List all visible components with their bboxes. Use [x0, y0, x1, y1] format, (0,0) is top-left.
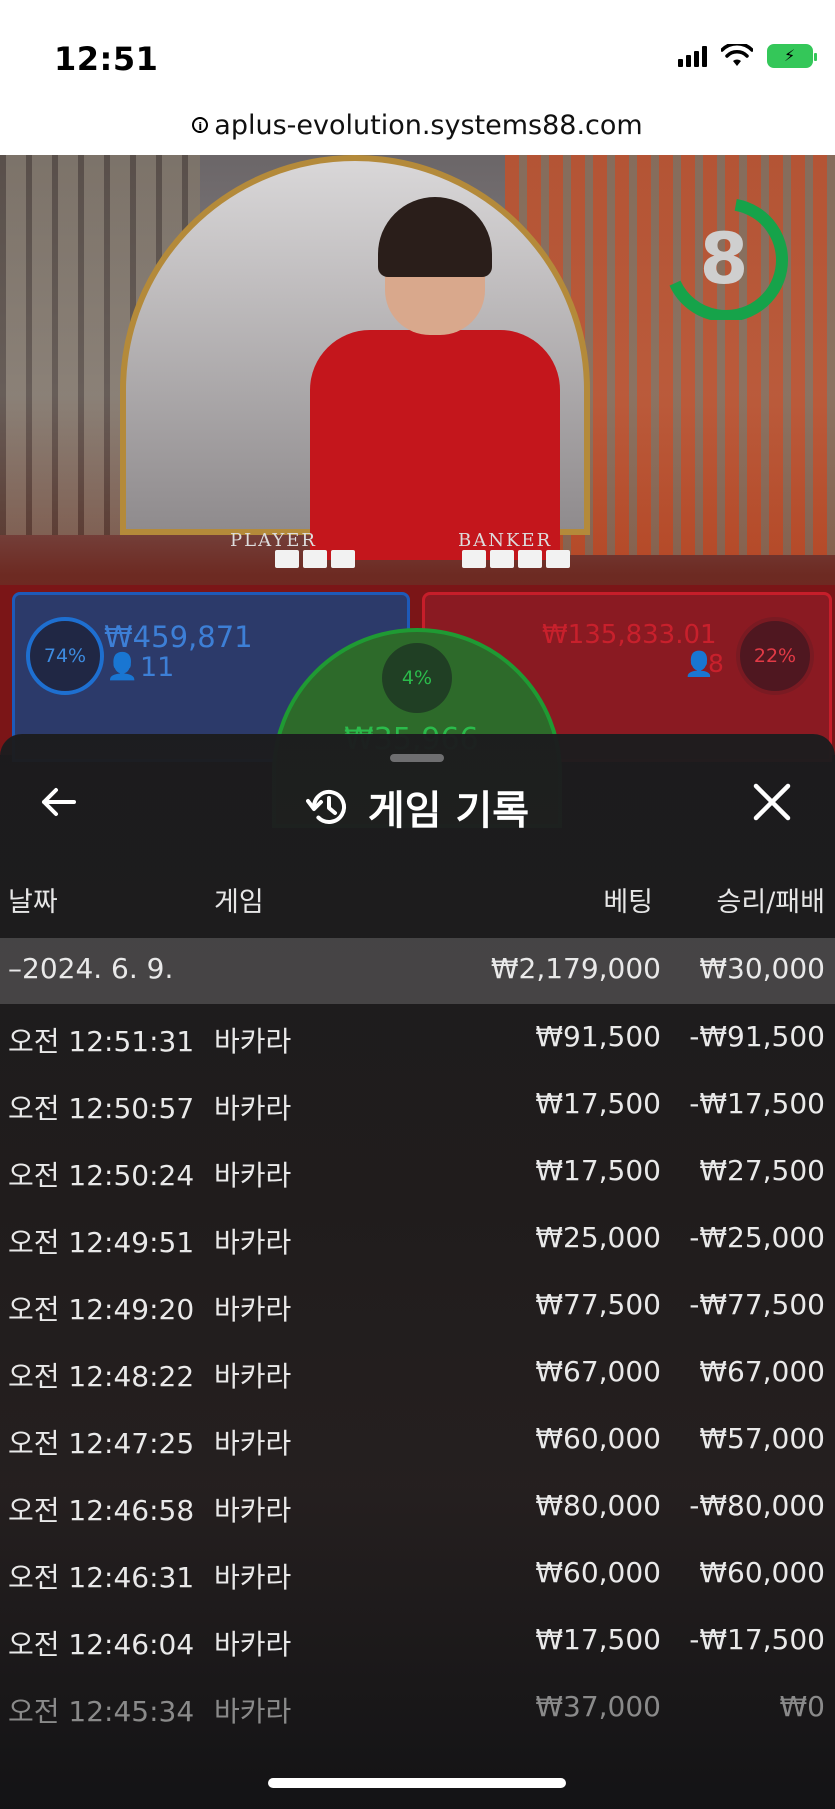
history-row-winloss: -₩17,500 — [689, 1087, 825, 1120]
address-bar[interactable]: i aplus-evolution.systems88.com — [0, 95, 835, 155]
cellular-signal-icon — [678, 45, 707, 67]
history-row[interactable]: 오전 12:50:24 바카라 ₩17,500 ₩27,500 — [0, 1140, 835, 1206]
history-row-time: 오전 12:48:22 — [8, 1360, 195, 1393]
history-row-bet: ₩17,500 — [535, 1087, 661, 1120]
history-row-bet: ₩37,000 — [535, 1690, 661, 1723]
history-row-game: 바카라 — [214, 1226, 292, 1259]
tie-percent: 4% — [382, 643, 452, 713]
history-row-time: 오전 12:45:34 — [8, 1695, 195, 1728]
history-row[interactable]: 오전 12:49:20 바카라 ₩77,500 -₩77,500 — [0, 1274, 835, 1340]
history-row-game: 바카라 — [214, 1159, 292, 1192]
history-row-bet: ₩67,000 — [535, 1355, 661, 1388]
info-icon[interactable]: i — [192, 117, 209, 133]
history-row-game: 바카라 — [214, 1360, 292, 1393]
history-row[interactable]: 오전 12:46:31 바카라 ₩60,000 ₩60,000 — [0, 1542, 835, 1608]
history-row-game: 바카라 — [214, 1628, 292, 1661]
countdown-number: 8 — [699, 218, 749, 300]
history-row[interactable]: 오전 12:49:51 바카라 ₩25,000 -₩25,000 — [0, 1207, 835, 1273]
column-header-winloss: 승리/패배 — [716, 887, 825, 918]
player-user-icon: 👤 — [106, 652, 139, 682]
sheet-header: 게임 기록 — [0, 778, 835, 836]
history-row[interactable]: 오전 12:47:25 바카라 ₩60,000 ₩57,000 — [0, 1408, 835, 1474]
player-amount: ₩459,871 — [104, 620, 253, 654]
history-row-time: 오전 12:46:31 — [8, 1561, 195, 1594]
date-group-bet: ₩2,179,000 — [490, 952, 661, 985]
history-row[interactable]: 오전 12:46:58 바카라 ₩80,000 -₩80,000 — [0, 1475, 835, 1541]
banker-count: 8 — [708, 649, 724, 678]
banker-amount: ₩135,833.01 — [542, 620, 717, 650]
player-count: 11 — [140, 652, 175, 683]
date-group-winloss: ₩30,000 — [699, 952, 825, 985]
history-row-bet: ₩17,500 — [535, 1154, 661, 1187]
history-row-game: 바카라 — [214, 1695, 292, 1728]
column-header-game: 게임 — [214, 887, 264, 918]
history-row-time: 오전 12:50:24 — [8, 1159, 195, 1192]
battery-charging-icon: ⚡ — [767, 44, 817, 68]
wifi-icon — [721, 44, 753, 66]
home-indicator — [268, 1778, 566, 1788]
history-row-time: 오전 12:46:58 — [8, 1494, 195, 1527]
history-row-time: 오전 12:51:31 — [8, 1025, 195, 1058]
history-row-winloss: ₩27,500 — [699, 1154, 825, 1187]
history-row-time: 오전 12:47:25 — [8, 1427, 195, 1460]
dealer-body — [310, 330, 560, 560]
history-row-bet: ₩25,000 — [535, 1221, 661, 1254]
history-row-bet: ₩77,500 — [535, 1288, 661, 1321]
sheet-grabber[interactable] — [390, 754, 444, 762]
history-row-bet: ₩60,000 — [535, 1422, 661, 1455]
history-row-game: 바카라 — [214, 1025, 292, 1058]
history-row-winloss: -₩25,000 — [689, 1221, 825, 1254]
history-row-winloss: -₩80,000 — [689, 1489, 825, 1522]
history-row-time: 오전 12:46:04 — [8, 1628, 195, 1661]
history-row-game: 바카라 — [214, 1293, 292, 1326]
history-row[interactable]: 오전 12:50:57 바카라 ₩17,500 -₩17,500 — [0, 1073, 835, 1139]
history-row-winloss: -₩91,500 — [689, 1020, 825, 1053]
game-history-sheet: 게임 기록 날짜 게임 베팅 승리/패배 –2024. 6. 9. ₩2,179… — [0, 734, 835, 1809]
history-row[interactable]: 오전 12:48:22 바카라 ₩67,000 ₩67,000 — [0, 1341, 835, 1407]
date-group-label: –2024. 6. 9. — [8, 952, 174, 985]
history-row-winloss: ₩0 — [779, 1690, 826, 1723]
table-label-banker: BANKER — [458, 530, 553, 551]
status-bar: 12:51 ⚡ — [0, 0, 835, 95]
player-cards — [275, 550, 355, 568]
close-button[interactable] — [747, 782, 797, 832]
status-icons: ⚡ — [678, 44, 817, 68]
history-row[interactable]: 오전 12:46:04 바카라 ₩17,500 -₩17,500 — [0, 1609, 835, 1675]
history-row-winloss: ₩60,000 — [699, 1556, 825, 1589]
history-row-game: 바카라 — [214, 1427, 292, 1460]
history-row-winloss: -₩17,500 — [689, 1623, 825, 1656]
close-icon — [753, 783, 791, 821]
history-row-game: 바카라 — [214, 1561, 292, 1594]
history-row-bet: ₩17,500 — [535, 1623, 661, 1656]
history-row[interactable]: 오전 12:51:31 바카라 ₩91,500 -₩91,500 — [0, 1006, 835, 1072]
banker-percent: 22% — [736, 617, 814, 695]
history-row-winloss: ₩57,000 — [699, 1422, 825, 1455]
banker-cards — [462, 550, 570, 568]
history-row-time: 오전 12:49:20 — [8, 1293, 195, 1326]
sheet-title: 게임 기록 — [367, 788, 530, 834]
history-row-bet: ₩80,000 — [535, 1489, 661, 1522]
column-header-date: 날짜 — [8, 887, 58, 918]
history-row-bet: ₩91,500 — [535, 1020, 661, 1053]
history-row-time: 오전 12:49:51 — [8, 1226, 195, 1259]
date-group-row[interactable]: –2024. 6. 9. ₩2,179,000 ₩30,000 — [0, 938, 835, 1004]
url-text: aplus-evolution.systems88.com — [214, 109, 643, 141]
column-header-bet: 베팅 — [603, 887, 653, 918]
history-row[interactable]: 오전 12:45:34 바카라 ₩37,000 ₩0 — [0, 1676, 835, 1742]
history-row-winloss: -₩77,500 — [689, 1288, 825, 1321]
history-icon — [305, 790, 346, 824]
player-percent: 74% — [26, 617, 104, 695]
history-row-game: 바카라 — [214, 1092, 292, 1125]
history-row-winloss: ₩67,000 — [699, 1355, 825, 1388]
history-row-time: 오전 12:50:57 — [8, 1092, 195, 1125]
status-time: 12:51 — [54, 40, 159, 78]
history-row-game: 바카라 — [214, 1494, 292, 1527]
table-label-player: PLAYER — [230, 530, 317, 551]
history-row-bet: ₩60,000 — [535, 1556, 661, 1589]
